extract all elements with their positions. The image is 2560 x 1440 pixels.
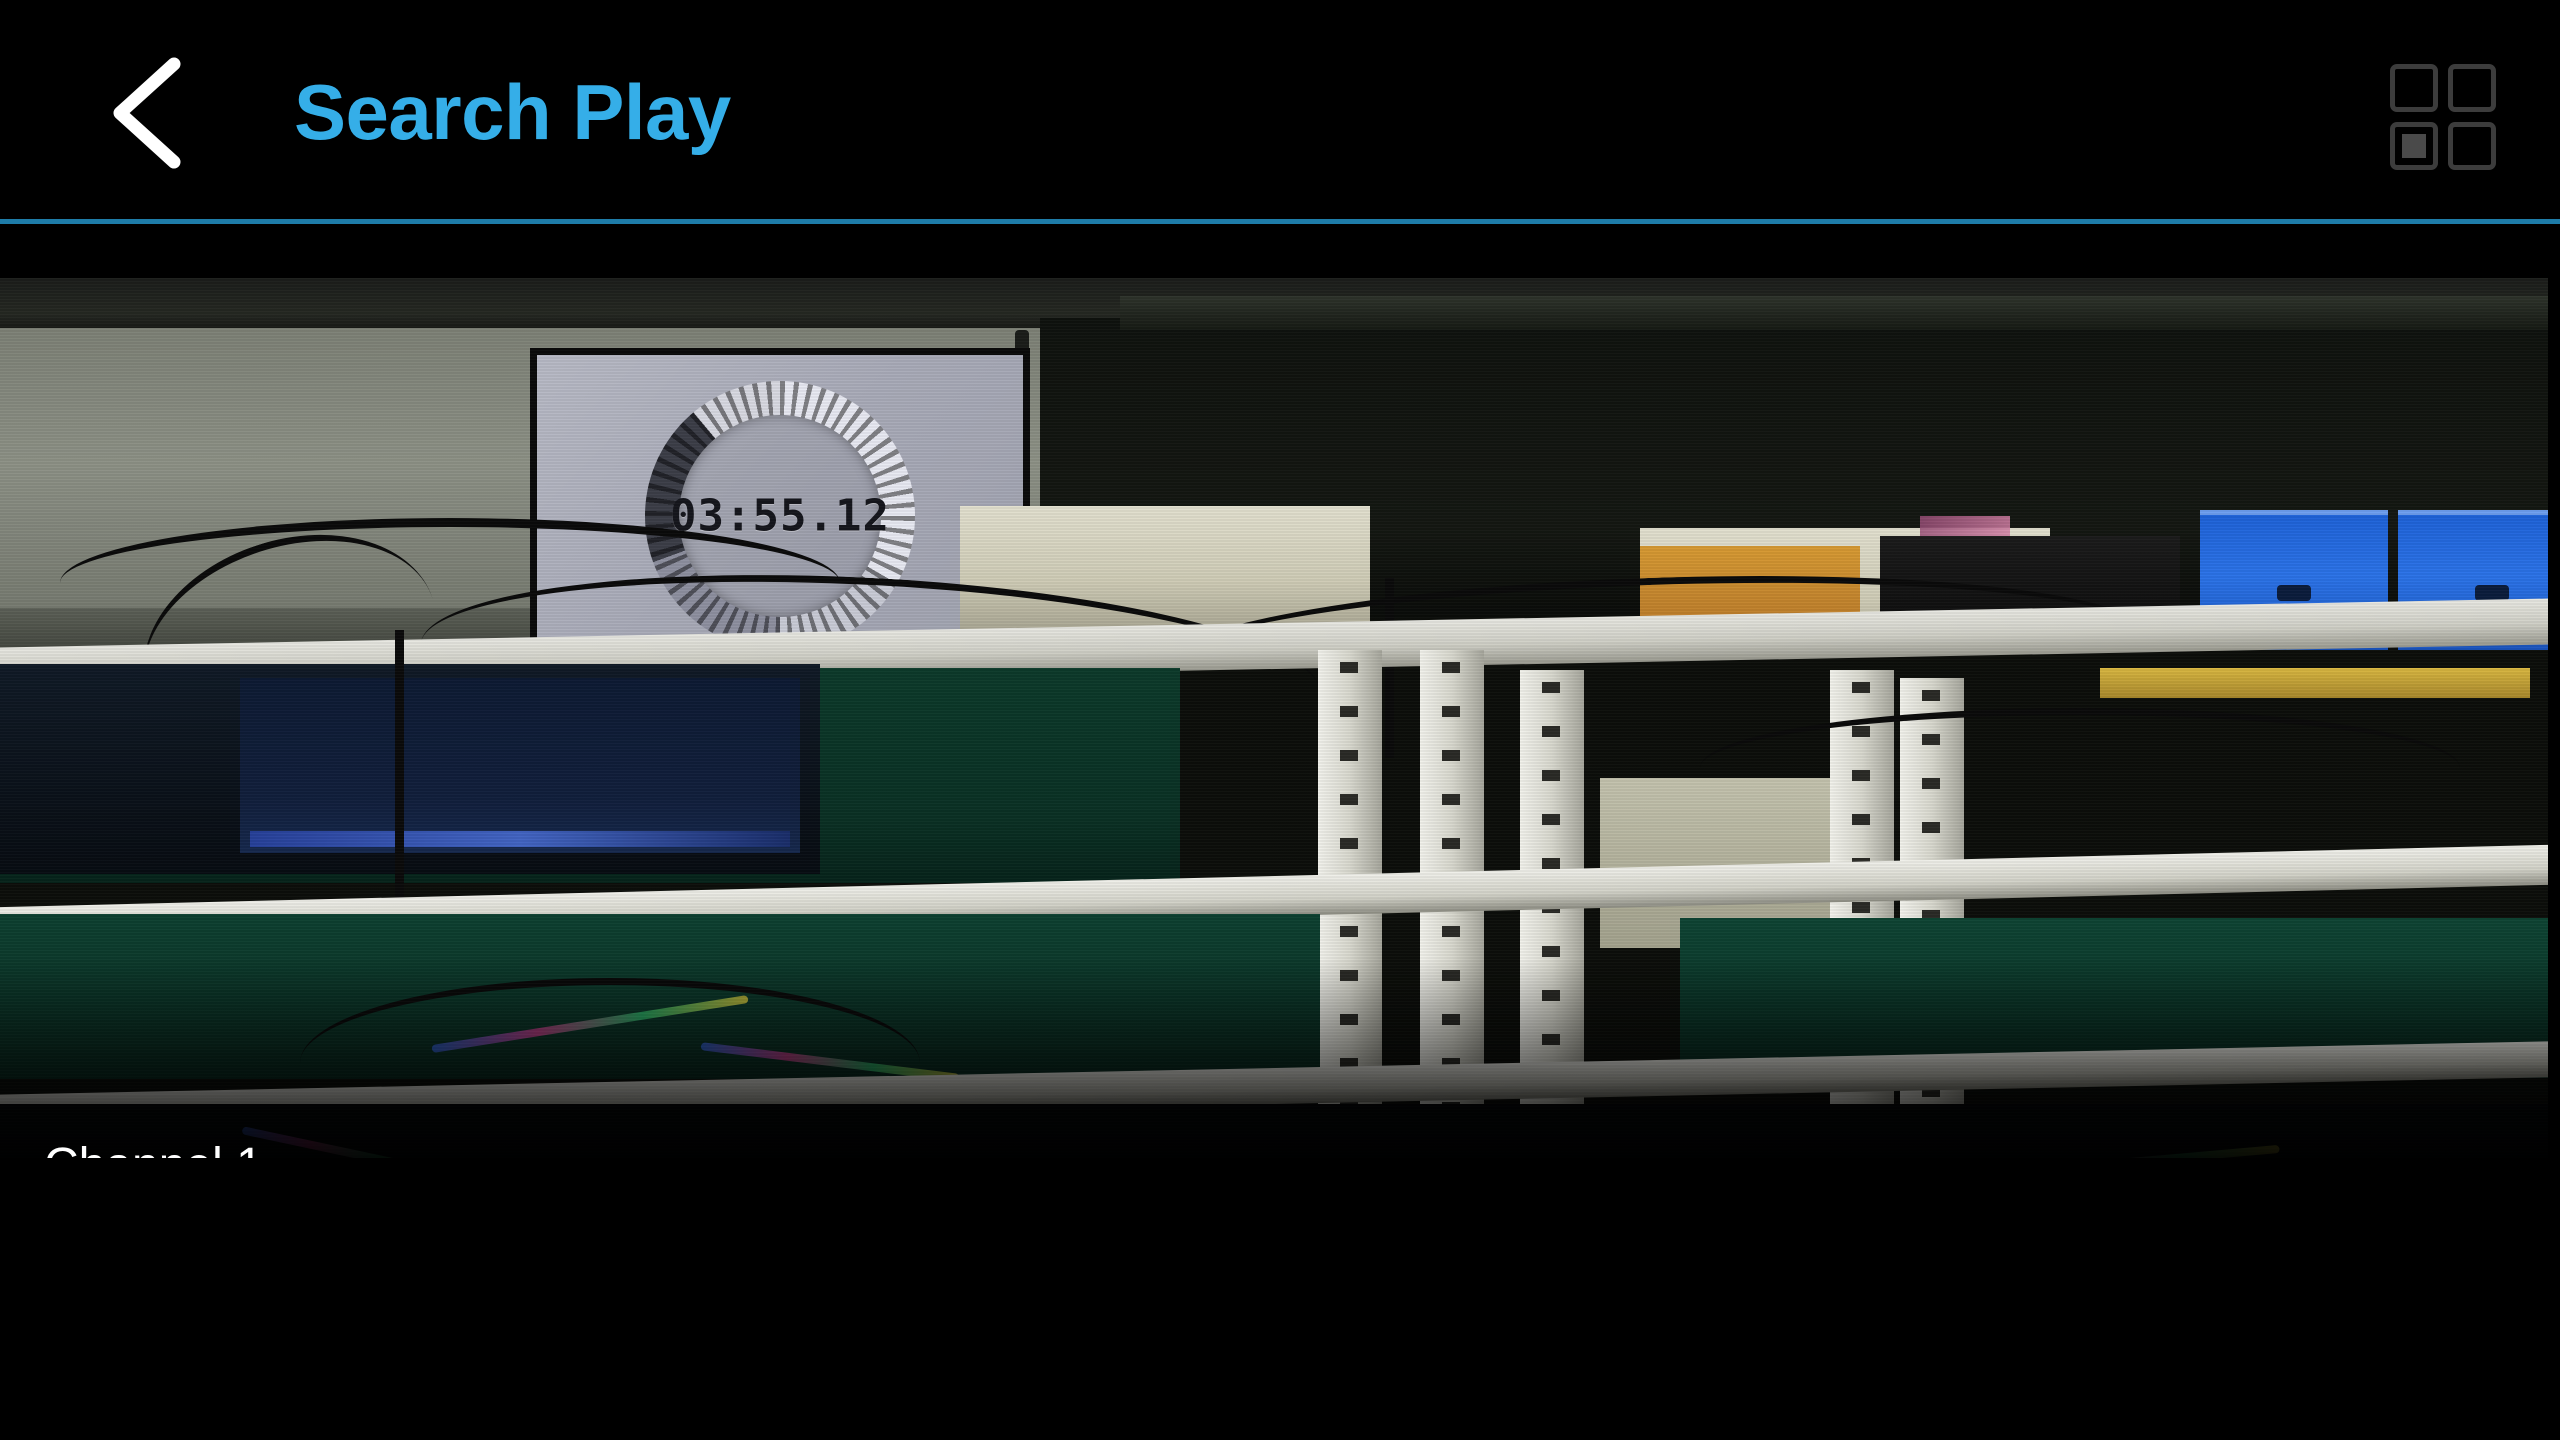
grid-cell-bottom-right [2448,122,2496,170]
grid-cell-top-left [2390,64,2438,112]
header-divider [0,219,2560,224]
grid-cell-top-right [2448,64,2496,112]
playback-control-bar: Reverse Play Pause Play 1 X [0,1158,2560,1440]
search-play-screen: Search Play 03:55.12 [0,0,2560,1440]
grid-cell-bottom-left [2390,122,2438,170]
grid-layout-button[interactable] [2384,56,2504,170]
back-button[interactable] [72,48,222,178]
chevron-left-icon [113,57,181,169]
camera-scene: 03:55.12 [0,278,2548,1158]
video-preview[interactable]: 03:55.12 [0,278,2548,1158]
page-title: Search Play [294,68,731,156]
app-header: Search Play [0,0,2560,224]
